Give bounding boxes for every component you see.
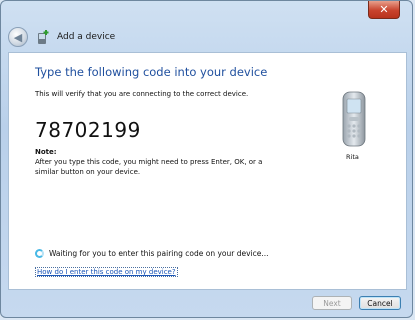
waiting-status: Waiting for you to enter this pairing co… [35, 249, 269, 258]
waiting-text: Waiting for you to enter this pairing co… [49, 249, 269, 258]
back-arrow-icon: ◀ [13, 30, 23, 44]
close-button[interactable]: ✕ [368, 1, 400, 19]
page-heading: Type the following code into your device [35, 65, 268, 79]
cancel-button[interactable]: Cancel [359, 296, 401, 310]
note-text: After you type this code, you might need… [35, 158, 263, 176]
close-icon: ✕ [379, 3, 389, 16]
content-panel: Type the following code into your device… [8, 52, 407, 290]
window-title: Add a device [57, 32, 116, 42]
busy-spinner-icon [35, 249, 44, 258]
add-device-icon [35, 29, 51, 45]
mobile-phone-icon [341, 91, 367, 147]
dialog-window: ✕ ◀ Add a device Type the following code… [0, 0, 413, 318]
note-label: Note: [35, 148, 57, 156]
help-link[interactable]: How do I enter this code on my device? [35, 267, 178, 277]
page-subtext: This will verify that you are connecting… [35, 90, 249, 98]
title-bar: ◀ Add a device [8, 22, 398, 52]
device-name: Rita [346, 153, 359, 161]
back-button[interactable]: ◀ [8, 27, 28, 47]
pairing-code: 78702199 [35, 118, 141, 142]
button-bar: Next Cancel [8, 290, 407, 314]
next-button[interactable]: Next [312, 296, 352, 310]
